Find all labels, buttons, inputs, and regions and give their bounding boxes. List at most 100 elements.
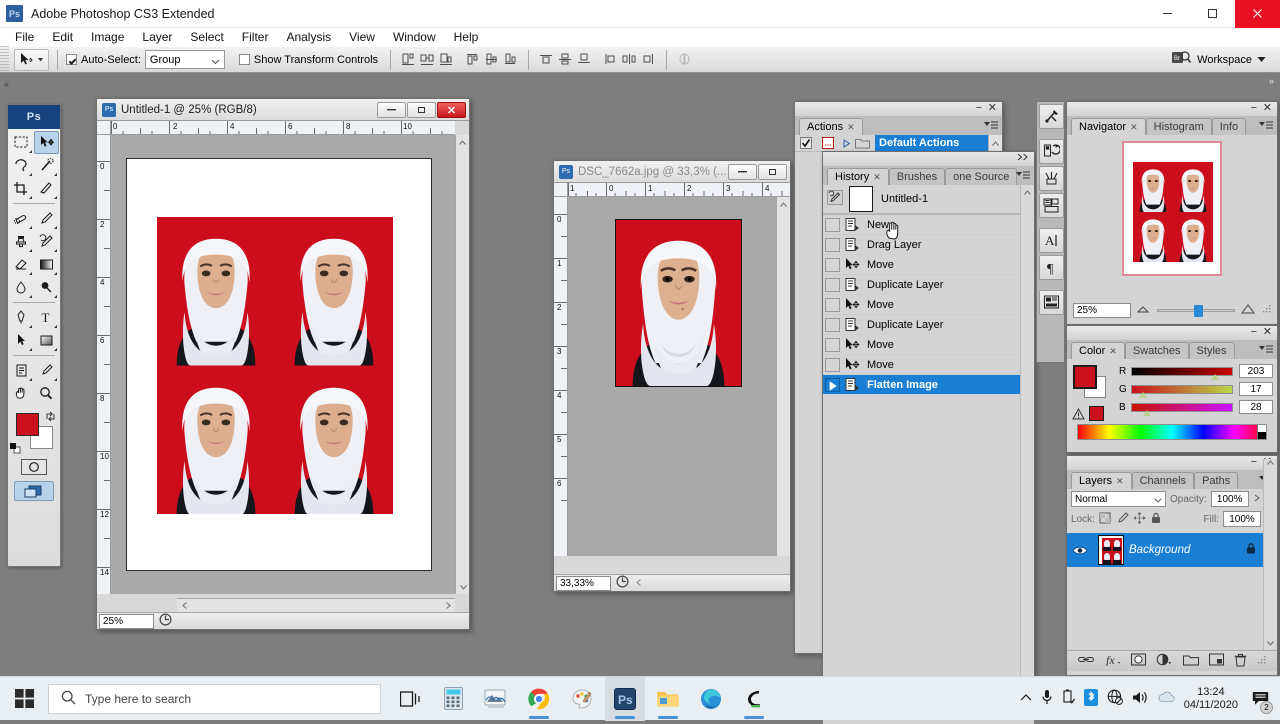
history-state-checkbox[interactable]	[825, 358, 840, 372]
character-panel-icon[interactable]: A	[1039, 228, 1064, 253]
default-colors-icon[interactable]	[10, 443, 20, 453]
history-state-checkbox[interactable]	[825, 378, 840, 392]
clone-source-icon[interactable]	[1039, 193, 1064, 218]
clone-stamp-tool[interactable]	[9, 230, 34, 253]
slider-handle[interactable]	[1194, 305, 1203, 317]
action-set-checkbox[interactable]	[795, 137, 817, 149]
layer-mask-icon[interactable]	[1131, 653, 1146, 669]
search-input[interactable]: Type here to search	[48, 684, 381, 714]
ruler-origin-box[interactable]	[554, 183, 568, 197]
close-icon[interactable]: ✕	[1130, 122, 1138, 133]
collapse-panels-right-icon[interactable]: »	[1269, 76, 1274, 86]
adjustment-layer-icon[interactable]	[1156, 653, 1172, 669]
tool-presets-icon[interactable]	[1039, 104, 1064, 129]
lock-transparency-icon[interactable]	[1099, 512, 1112, 527]
layers-scroll-up-arrow[interactable]	[1263, 459, 1277, 641]
scroll-down-arrow[interactable]	[456, 580, 470, 594]
healing-brush-tool[interactable]	[9, 207, 34, 230]
align-horizontal-centers-icon[interactable]	[419, 51, 436, 68]
document-close-button[interactable]	[437, 102, 466, 118]
document-maximize-button[interactable]	[407, 102, 436, 118]
link-layers-icon[interactable]	[1078, 654, 1094, 668]
history-state-row[interactable]: New	[823, 215, 1034, 235]
rectangular-marquee-tool[interactable]	[9, 131, 34, 154]
red-channel-slider[interactable]	[1131, 367, 1233, 376]
type-tool[interactable]: T	[34, 306, 59, 329]
tab-swatches[interactable]: Swatches	[1125, 342, 1189, 359]
history-state-checkbox[interactable]	[825, 298, 840, 312]
document-maximize-button[interactable]	[758, 164, 787, 180]
align-vertical-centers-icon[interactable]	[483, 51, 500, 68]
scroll-up-arrow[interactable]	[456, 135, 469, 149]
gamut-substitute-swatch[interactable]	[1089, 406, 1104, 421]
history-state-row[interactable]: Move	[823, 295, 1034, 315]
document-minimize-button[interactable]	[377, 102, 406, 118]
scroll-right-arrow[interactable]	[441, 599, 455, 612]
navigator-zoom-slider[interactable]	[1157, 309, 1235, 312]
history-state-row[interactable]: Move	[823, 255, 1034, 275]
notes-tool[interactable]	[9, 359, 34, 382]
minimize-icon[interactable]: −	[976, 102, 982, 114]
history-state-row[interactable]: Duplicate Layer	[823, 275, 1034, 295]
layers-scroll-down-arrow[interactable]	[1263, 636, 1277, 650]
action-set-name[interactable]: Default Actions	[875, 135, 988, 152]
magic-wand-tool[interactable]	[34, 154, 59, 177]
canvas-area-dsc-7662a[interactable]	[568, 197, 790, 556]
distribute-vertical-centers-icon[interactable]	[557, 51, 574, 68]
zoom-level-input[interactable]: 25%	[99, 614, 154, 629]
navigator-preview[interactable]	[1067, 135, 1277, 300]
layer-style-icon[interactable]: fx	[1105, 653, 1121, 669]
resize-grip[interactable]	[1263, 304, 1271, 316]
document-info-icon[interactable]	[616, 575, 629, 591]
navigator-zoom-input[interactable]: 25%	[1073, 303, 1131, 318]
taskbar-clock[interactable]: 13:24 04/11/2020	[1184, 686, 1238, 712]
tab-paths[interactable]: Paths	[1194, 472, 1238, 489]
tab-histogram[interactable]: Histogram	[1146, 118, 1212, 135]
options-bar-grip[interactable]	[0, 46, 9, 73]
network-offline-icon[interactable]	[1107, 689, 1123, 708]
layer-visibility-toggle[interactable]	[1067, 545, 1093, 556]
lock-image-icon[interactable]	[1116, 512, 1129, 527]
close-icon[interactable]: ✕	[873, 172, 881, 183]
history-state-checkbox[interactable]	[825, 338, 840, 352]
menu-image[interactable]: Image	[82, 28, 133, 46]
tab-info[interactable]: Info	[1212, 118, 1246, 135]
google-chrome-icon[interactable]	[519, 677, 559, 721]
channel-value-input[interactable]: 28	[1239, 400, 1273, 414]
scroll-up-arrow[interactable]	[988, 135, 1002, 152]
history-state-checkbox[interactable]	[825, 278, 840, 292]
scroll-up-arrow[interactable]	[777, 197, 790, 211]
color-panel[interactable]: − ✕ Color ✕ Swatches Styles	[1066, 325, 1278, 453]
microphone-icon[interactable]	[1041, 689, 1053, 709]
action-center-icon[interactable]: 2	[1247, 677, 1274, 721]
microsoft-edge-icon[interactable]	[691, 677, 731, 721]
minimize-icon[interactable]: −	[1251, 456, 1257, 468]
scroll-left-arrow[interactable]	[636, 578, 641, 589]
tab-actions[interactable]: Actions ✕	[799, 118, 863, 135]
canvas-vertical-scrollbar[interactable]	[455, 135, 469, 594]
document-info-icon[interactable]	[159, 613, 172, 629]
history-state-row[interactable]: Drag Layer	[823, 235, 1034, 255]
canvas-area-untitled-1[interactable]	[111, 135, 455, 594]
tab-brushes[interactable]: Brushes	[889, 168, 945, 185]
gamut-warning[interactable]	[1072, 406, 1104, 421]
expand-triangle-icon[interactable]	[839, 139, 855, 148]
tab-navigator[interactable]: Navigator ✕	[1071, 118, 1146, 135]
eyedropper-tool[interactable]	[34, 359, 59, 382]
resize-grip[interactable]	[1258, 655, 1266, 667]
close-icon[interactable]: ✕	[988, 101, 997, 114]
canvas-vertical-scrollbar[interactable]	[776, 197, 790, 556]
menu-file[interactable]: File	[6, 28, 43, 46]
opacity-input[interactable]: 100%	[1211, 491, 1249, 507]
layer-comps-icon[interactable]	[1039, 290, 1064, 315]
slice-tool[interactable]	[34, 177, 59, 200]
white-swatch[interactable]	[1257, 425, 1266, 432]
paragraph-panel-icon[interactable]: ¶	[1039, 255, 1064, 280]
document-window-untitled-1[interactable]: Ps Untitled-1 @ 25% (RGB/8)	[96, 98, 470, 630]
align-left-edges-icon[interactable]	[400, 51, 417, 68]
eraser-tool[interactable]	[9, 253, 34, 276]
fill-input[interactable]: 100%	[1223, 511, 1261, 527]
history-snapshot-row[interactable]: Untitled-1	[823, 185, 1034, 215]
tab-history[interactable]: History ✕	[827, 168, 889, 185]
path-selection-tool[interactable]	[9, 329, 34, 352]
